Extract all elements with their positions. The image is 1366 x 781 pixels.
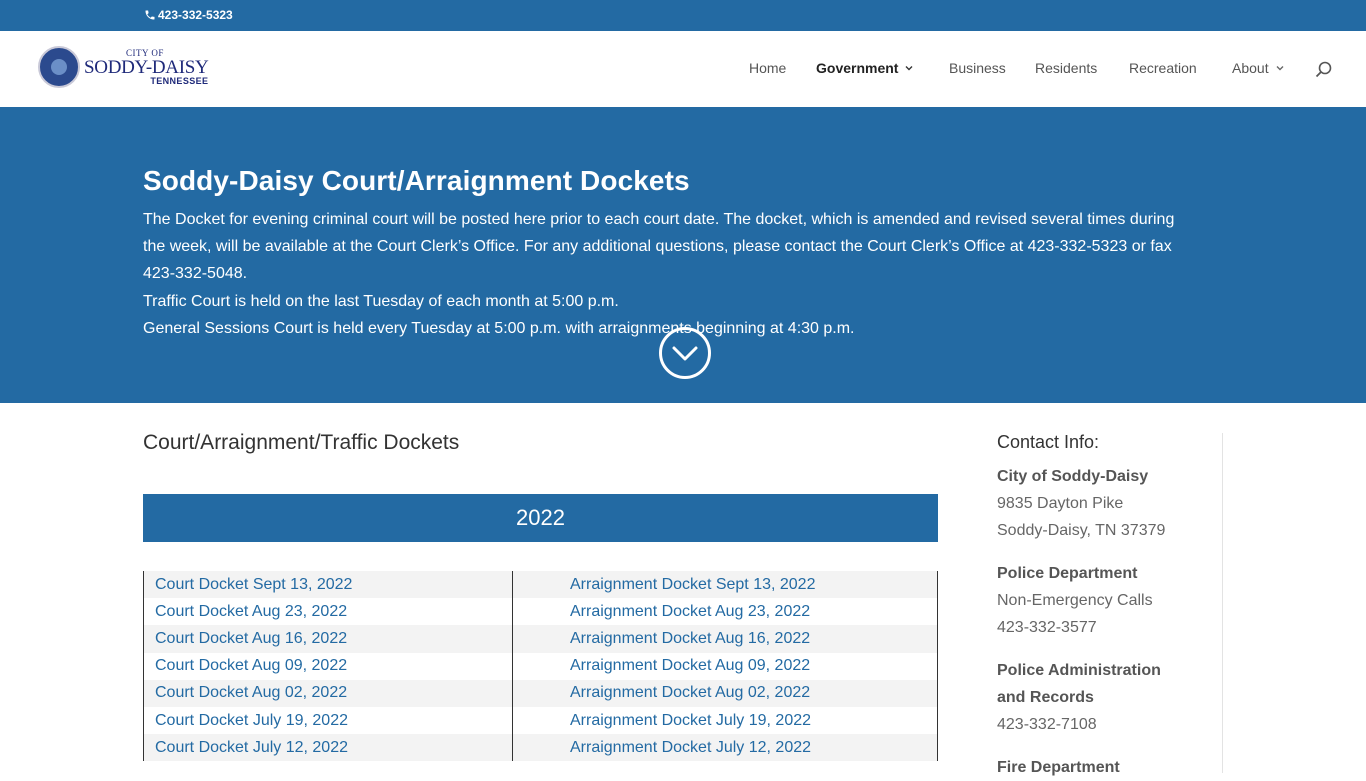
arraignment-docket-link[interactable]: Arraignment Docket Aug 02, 2022 — [570, 684, 810, 701]
court-docket-link[interactable]: Court Docket Aug 09, 2022 — [155, 657, 347, 674]
contact-police-admin: Police Administration and Records 423-33… — [997, 657, 1222, 738]
table-row: Court Docket Aug 02, 2022 Arraignment Do… — [144, 679, 937, 707]
site-header: CITY OF SODDY-DAISY TENNESSEE Home Gover… — [0, 31, 1366, 107]
table-row: Court Docket Sept 13, 2022 Arraignment D… — [144, 571, 937, 599]
page-title: Soddy-Daisy Court/Arraignment Dockets — [143, 165, 690, 196]
hero-paragraph-traffic: Traffic Court is held on the last Tuesda… — [143, 293, 619, 310]
year-header: 2022 — [143, 494, 938, 542]
logo-line-2: SODDY-DAISY — [84, 56, 209, 78]
city-address-line-1: 9835 Dayton Pike — [997, 495, 1124, 512]
circle-chevron-down-icon[interactable] — [658, 326, 712, 380]
nav-government[interactable]: Government — [816, 60, 914, 76]
nav-label[interactable]: Business — [949, 60, 1006, 76]
arraignment-docket-link[interactable]: Arraignment Docket Aug 09, 2022 — [570, 657, 810, 674]
chevron-down-icon — [905, 66, 913, 71]
search-icon[interactable] — [1315, 61, 1333, 79]
column-divider — [512, 571, 513, 761]
arraignment-docket-link[interactable]: Arraignment Docket Sept 13, 2022 — [570, 576, 815, 593]
nav-label[interactable]: Recreation — [1129, 60, 1197, 76]
logo-text: CITY OF SODDY-DAISY TENNESSEE — [84, 48, 209, 86]
chevron-down-icon — [1276, 66, 1284, 71]
police-label: Non-Emergency Calls — [997, 592, 1153, 609]
top-bar: 423-332-5323 — [0, 0, 1366, 31]
table-row: Court Docket Aug 23, 2022 Arraignment Do… — [144, 598, 937, 625]
arraignment-docket-link[interactable]: Arraignment Docket July 19, 2022 — [570, 712, 811, 729]
phone-number[interactable]: 423-332-5323 — [158, 8, 233, 22]
site-logo[interactable]: CITY OF SODDY-DAISY TENNESSEE — [38, 46, 209, 88]
admin-title-line-1: Police Administration — [997, 662, 1161, 679]
nav-about[interactable]: About — [1232, 60, 1285, 76]
table-row: Court Docket July 19, 2022 Arraignment D… — [144, 707, 937, 734]
contact-police: Police Department Non-Emergency Calls 42… — [997, 560, 1222, 641]
court-docket-link[interactable]: Court Docket Aug 23, 2022 — [155, 603, 347, 620]
city-address-line-2: Soddy-Daisy, TN 37379 — [997, 522, 1166, 539]
nav-label[interactable]: Residents — [1035, 60, 1097, 76]
phone-icon — [145, 10, 155, 20]
court-docket-link[interactable]: Court Docket Aug 16, 2022 — [155, 630, 347, 647]
admin-phone: 423-332-7108 — [997, 716, 1097, 733]
nav-recreation[interactable]: Recreation — [1129, 60, 1197, 76]
police-phone: 423-332-3577 — [997, 619, 1097, 636]
logo-line-3: TENNESSEE — [150, 75, 209, 86]
nav-label[interactable]: About — [1232, 60, 1269, 76]
police-title: Police Department — [997, 565, 1138, 582]
nav-business[interactable]: Business — [949, 60, 1006, 76]
city-seal-icon — [38, 46, 80, 88]
court-docket-link[interactable]: Court Docket Aug 02, 2022 — [155, 684, 347, 701]
contact-city: City of Soddy-Daisy 9835 Dayton Pike Sod… — [997, 463, 1222, 544]
court-docket-link[interactable]: Court Docket July 12, 2022 — [155, 739, 348, 756]
city-name: City of Soddy-Daisy — [997, 468, 1149, 485]
admin-title-line-2: and Records — [997, 689, 1094, 706]
arraignment-docket-link[interactable]: Arraignment Docket Aug 23, 2022 — [570, 603, 810, 620]
court-docket-link[interactable]: Court Docket Sept 13, 2022 — [155, 576, 352, 593]
phone-link[interactable]: 423-332-5323 — [144, 8, 233, 22]
contact-sidebar: Contact Info: City of Soddy-Daisy 9835 D… — [997, 432, 1223, 776]
docket-table: Court Docket Sept 13, 2022 Arraignment D… — [143, 571, 938, 762]
arraignment-docket-link[interactable]: Arraignment Docket July 12, 2022 — [570, 739, 811, 756]
table-row: Court Docket Aug 09, 2022 Arraignment Do… — [144, 653, 937, 680]
nav-residents[interactable]: Residents — [1035, 60, 1097, 76]
arraignment-docket-link[interactable]: Arraignment Docket Aug 16, 2022 — [570, 630, 810, 647]
table-row: Court Docket July 12, 2022 Arraignment D… — [144, 734, 937, 762]
sidebar-title: Contact Info: — [997, 432, 1100, 452]
nav-home[interactable]: Home — [749, 60, 786, 76]
section-title: Court/Arraignment/Traffic Dockets — [143, 431, 460, 454]
table-row: Court Docket Aug 16, 2022 Arraignment Do… — [144, 625, 937, 653]
court-docket-link[interactable]: Court Docket July 19, 2022 — [155, 712, 348, 729]
hero-paragraph-docket: The Docket for evening criminal court wi… — [143, 211, 1175, 282]
nav-label[interactable]: Government — [816, 60, 898, 76]
page-hero: Soddy-Daisy Court/Arraignment Dockets Th… — [0, 107, 1366, 403]
nav-label[interactable]: Home — [749, 60, 786, 76]
